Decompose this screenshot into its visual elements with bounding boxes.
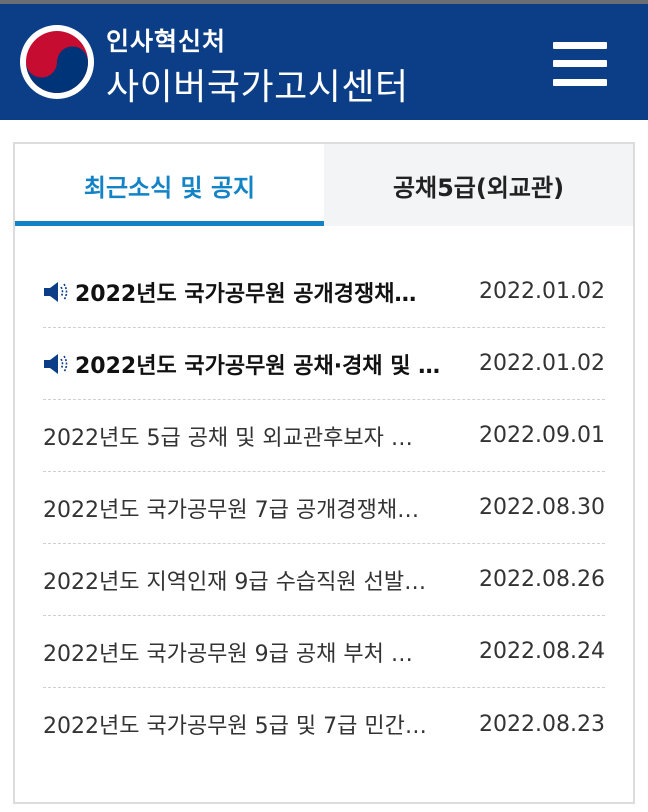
site-title[interactable]: 사이버국가고시센터: [106, 58, 409, 110]
site-header: 인사혁신처 사이버국가고시센터: [0, 4, 648, 120]
post-title-text: 2022년도 지역인재 9급 수습직원 선발…: [43, 569, 427, 595]
tab-bar: 최근소식 및 공지 공채5급(외교관): [15, 144, 633, 226]
post-list: 2022년도 국가공무원 공개경쟁채… 2022.01.02 2022년도 국가…: [15, 256, 633, 760]
post-title-text: 2022년도 국가공무원 9급 공채 부처 …: [43, 641, 413, 667]
list-item[interactable]: 2022년도 국가공무원 7급 공개경쟁채… 2022.08.30: [43, 472, 605, 544]
org-name: 인사혁신처: [106, 27, 227, 56]
post-title[interactable]: 2022년도 5급 공채 및 외교관후보자 …: [43, 420, 467, 452]
speaker-icon: [44, 353, 68, 374]
list-item[interactable]: 2022년도 지역인재 9급 수습직원 선발… 2022.08.26: [43, 544, 605, 616]
post-date: 2022.08.23: [479, 711, 605, 737]
tab-recent-news[interactable]: 최근소식 및 공지: [15, 144, 324, 226]
post-date: 2022.08.24: [479, 639, 605, 664]
post-title[interactable]: 2022년도 국가공무원 5급 및 7급 민간…: [43, 708, 467, 740]
post-title-text: 2022년도 국가공무원 5급 및 7급 민간…: [43, 714, 427, 739]
list-item[interactable]: 2022년도 국가공무원 5급 및 7급 민간… 2022.08.23: [43, 688, 605, 760]
post-title[interactable]: 2022년도 국가공무원 공개경쟁채…: [43, 276, 467, 308]
post-date: 2022.01.02: [479, 351, 605, 376]
hamburger-menu-icon[interactable]: [553, 42, 607, 86]
speaker-icon: [44, 281, 68, 302]
post-title-text: 2022년도 5급 공채 및 외교관후보자 …: [43, 425, 413, 451]
list-item[interactable]: 2022년도 국가공무원 공채·경채 및 … 2022.01.02: [43, 328, 605, 400]
news-panel: 최근소식 및 공지 공채5급(외교관) 2022년도 국가공무원 공개경쟁채… …: [13, 142, 635, 804]
post-date: 2022.01.02: [479, 279, 605, 304]
post-title-text: 2022년도 국가공무원 공채·경채 및 …: [75, 353, 441, 379]
post-title[interactable]: 2022년도 국가공무원 9급 공채 부처 …: [43, 636, 467, 668]
post-title[interactable]: 2022년도 국가공무원 공채·경채 및 …: [43, 348, 467, 380]
post-date: 2022.08.30: [479, 495, 605, 520]
post-title-text: 2022년도 국가공무원 공개경쟁채…: [75, 281, 417, 307]
menu-bar: [553, 42, 607, 49]
government-emblem-icon[interactable]: [20, 25, 94, 99]
menu-bar: [553, 60, 607, 67]
tab-grade5-diplomat[interactable]: 공채5급(외교관): [324, 144, 633, 226]
post-title[interactable]: 2022년도 지역인재 9급 수습직원 선발…: [43, 564, 467, 596]
post-title[interactable]: 2022년도 국가공무원 7급 공개경쟁채…: [43, 492, 467, 524]
list-item[interactable]: 2022년도 국가공무원 공개경쟁채… 2022.01.02: [43, 256, 605, 328]
list-item[interactable]: 2022년도 국가공무원 9급 공채 부처 … 2022.08.24: [43, 616, 605, 688]
post-date: 2022.09.01: [479, 423, 605, 448]
list-item[interactable]: 2022년도 5급 공채 및 외교관후보자 … 2022.09.01: [43, 400, 605, 472]
post-date: 2022.08.26: [479, 567, 605, 592]
post-title-text: 2022년도 국가공무원 7급 공개경쟁채…: [43, 497, 420, 523]
menu-bar: [553, 79, 607, 86]
